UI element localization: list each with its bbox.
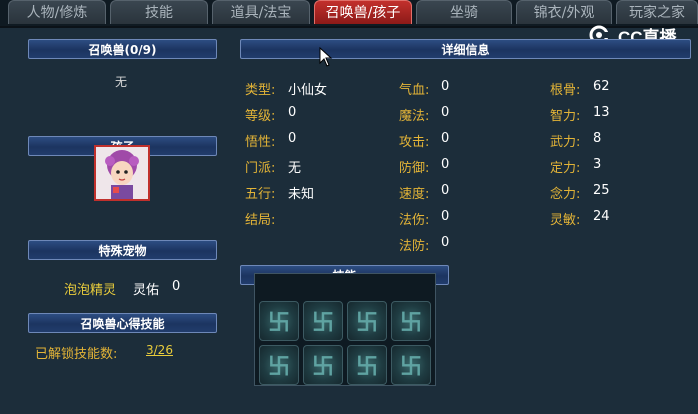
tab-skills[interactable]: 技能 — [110, 0, 208, 24]
mp-value: 0 — [441, 105, 450, 120]
skill-slot[interactable]: 卐 — [347, 301, 387, 341]
skill-slot[interactable]: 卐 — [391, 345, 431, 385]
special-pet-count: 0 — [172, 279, 181, 294]
tab-summons-children[interactable]: 召唤兽/孩子 — [314, 0, 412, 24]
hp-label: 气血: — [399, 83, 430, 98]
defense-label: 防御: — [399, 161, 430, 176]
type-value: 小仙女 — [288, 83, 328, 98]
summon-skill-header: 召唤兽心得技能 — [28, 313, 217, 333]
agility-label: 灵敏: — [550, 213, 581, 228]
skill-slot[interactable]: 卐 — [259, 301, 299, 341]
mouse-cursor-icon — [319, 47, 333, 67]
skill-slot[interactable]: 卐 — [347, 345, 387, 385]
constitution-label: 根骨: — [550, 83, 581, 98]
locked-skill-icon: 卐 — [267, 355, 290, 380]
savvy-label: 悟性: — [245, 135, 276, 150]
tab-items[interactable]: 道具/法宝 — [212, 0, 310, 24]
ending-label: 结局: — [245, 213, 276, 228]
skill-grid: 卐 卐 卐 卐 卐 卐 卐 卐 卐 卐 卐 卐 — [254, 273, 436, 386]
defense-value: 0 — [441, 157, 450, 172]
attack-value: 0 — [441, 131, 450, 146]
speed-label: 速度: — [399, 187, 430, 202]
sect-label: 门派: — [245, 161, 276, 176]
savvy-value: 0 — [288, 131, 297, 146]
element-value: 未知 — [288, 187, 315, 202]
element-label: 五行: — [245, 187, 276, 202]
tab-bar: 人物/修炼 技能 道具/法宝 召唤兽/孩子 坐骑 锦衣/外观 玩家之家 — [0, 0, 698, 26]
skill-slot[interactable]: 卐 — [391, 301, 431, 341]
child-avatar[interactable] — [94, 145, 150, 201]
hp-value: 0 — [441, 79, 450, 94]
level-value: 0 — [288, 105, 297, 120]
unlocked-skills-value[interactable]: 3/26 — [146, 343, 173, 357]
locked-skill-icon: 卐 — [267, 311, 290, 336]
child-portrait-icon — [96, 147, 148, 199]
magic-defense-value: 0 — [441, 235, 450, 250]
unlocked-skills-label: 已解锁技能数: — [35, 347, 118, 362]
locked-skill-icon: 卐 — [399, 311, 422, 336]
attack-label: 攻击: — [399, 135, 430, 150]
summons-empty-text: 无 — [115, 75, 128, 89]
willpower-label: 念力: — [550, 187, 581, 202]
special-pet-name[interactable]: 泡泡精灵 — [64, 279, 116, 298]
special-pet-header: 特殊宠物 — [28, 240, 217, 260]
skill-slot[interactable]: 卐 — [303, 301, 343, 341]
summons-header: 召唤兽(0/9) — [28, 39, 217, 59]
locked-skill-icon: 卐 — [355, 311, 378, 336]
speed-value: 0 — [441, 183, 450, 198]
level-label: 等级: — [245, 109, 276, 124]
magic-damage-value: 0 — [441, 209, 450, 224]
special-pet-skill: 灵佑 — [133, 283, 160, 298]
type-label: 类型: — [245, 83, 276, 98]
composure-label: 定力: — [550, 161, 581, 176]
mp-label: 魔法: — [399, 109, 430, 124]
locked-skill-icon: 卐 — [311, 355, 334, 380]
magic-defense-label: 法防: — [399, 239, 430, 254]
tab-character[interactable]: 人物/修炼 — [8, 0, 106, 24]
detail-header: 详细信息 — [240, 39, 691, 59]
strength-value: 8 — [593, 131, 602, 146]
composure-value: 3 — [593, 157, 602, 172]
skill-slot[interactable]: 卐 — [303, 345, 343, 385]
tab-mount[interactable]: 坐骑 — [416, 0, 512, 24]
agility-value: 24 — [593, 209, 610, 224]
locked-skill-icon: 卐 — [311, 311, 334, 336]
tab-player-home[interactable]: 玩家之家 — [616, 0, 698, 24]
sect-value: 无 — [288, 161, 302, 176]
intellect-value: 13 — [593, 105, 610, 120]
magic-damage-label: 法伤: — [399, 213, 430, 228]
locked-skill-icon: 卐 — [399, 355, 422, 380]
willpower-value: 25 — [593, 183, 610, 198]
locked-skill-icon: 卐 — [355, 355, 378, 380]
strength-label: 武力: — [550, 135, 581, 150]
constitution-value: 62 — [593, 79, 610, 94]
tab-appearance[interactable]: 锦衣/外观 — [516, 0, 612, 24]
intellect-label: 智力: — [550, 109, 581, 124]
skill-slot[interactable]: 卐 — [259, 345, 299, 385]
